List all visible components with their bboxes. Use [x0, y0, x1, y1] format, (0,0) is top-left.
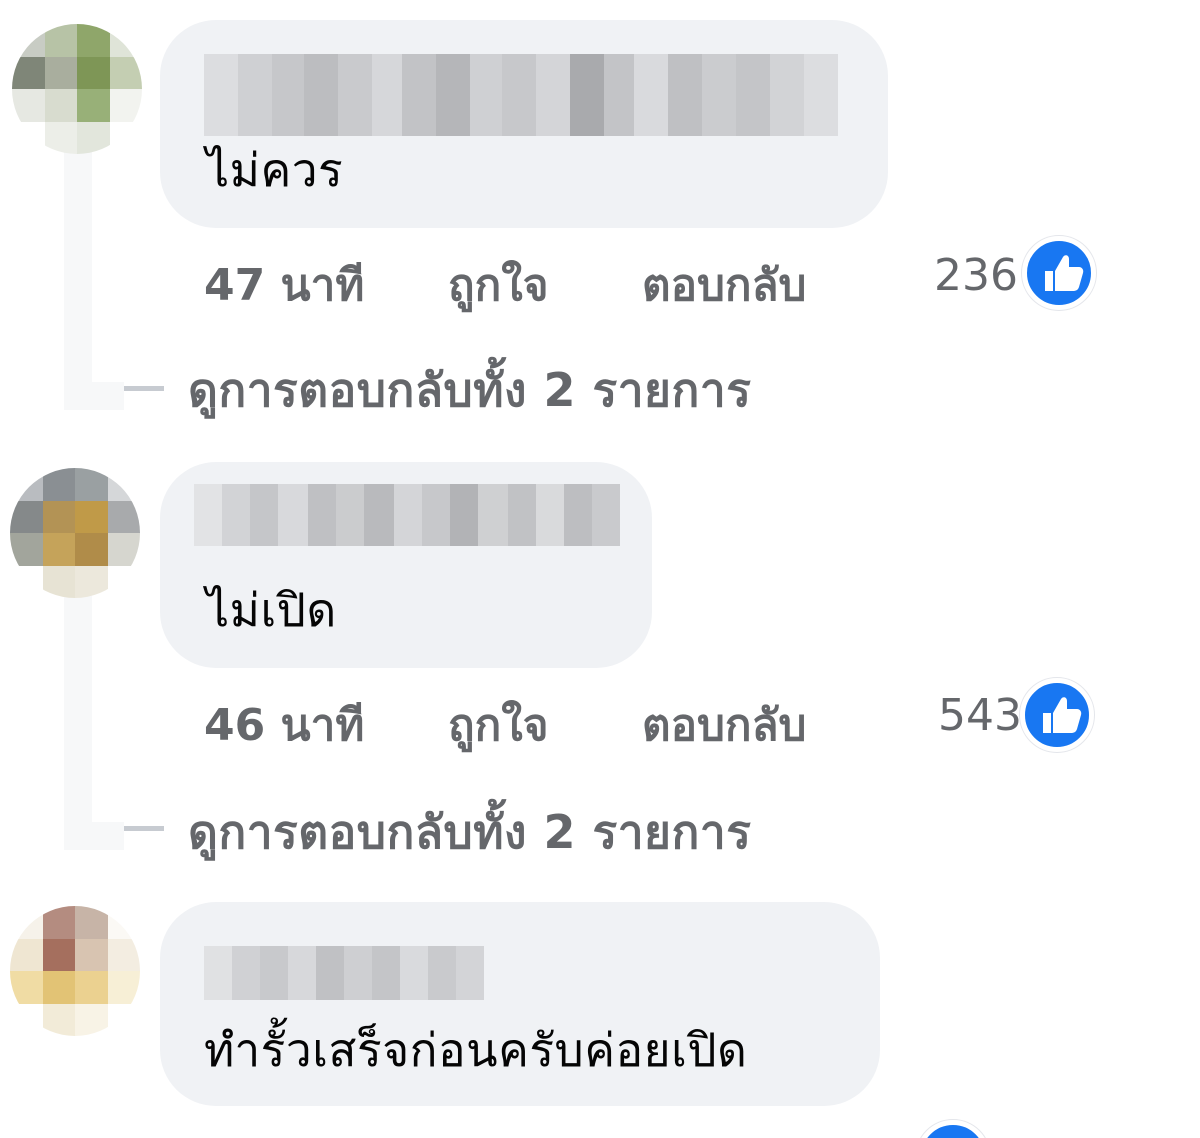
author-name-redacted[interactable] — [194, 484, 628, 546]
avatar[interactable] — [10, 906, 140, 1036]
thumbs-up-icon[interactable] — [1022, 236, 1096, 310]
thread-line — [64, 150, 92, 410]
view-replies-link[interactable]: ดูการตอบกลับทั้ง 2 รายการ — [188, 354, 751, 427]
thread-line — [64, 382, 124, 410]
author-name-redacted[interactable] — [204, 54, 854, 136]
comment-timestamp[interactable]: 46 นาที — [204, 690, 364, 760]
comment-actions: 47 นาที ถูกใจ ตอบกลับ — [204, 250, 884, 311]
thread-dash — [124, 386, 164, 391]
thumbs-up-icon[interactable] — [1020, 678, 1094, 752]
thread-line — [64, 594, 92, 850]
comment-text: ไม่เปิด — [206, 583, 337, 637]
reaction-count[interactable]: 543 — [938, 690, 1022, 741]
reply-button[interactable]: ตอบกลับ — [642, 250, 806, 320]
view-replies-link[interactable]: ดูการตอบกลับทั้ง 2 รายการ — [188, 796, 751, 869]
like-button[interactable]: ถูกใจ — [448, 250, 549, 320]
avatar[interactable] — [10, 468, 140, 598]
comment-bubble[interactable]: ไม่ควร — [160, 20, 888, 228]
thread-line — [64, 822, 124, 850]
reply-button[interactable]: ตอบกลับ — [642, 690, 806, 760]
comment-text: ไม่ควร — [206, 143, 344, 197]
comment-bubble[interactable]: ไม่เปิด — [160, 462, 652, 668]
thumbs-up-icon[interactable] — [916, 1120, 990, 1138]
comment-bubble[interactable]: ทำรั้วเสร็จก่อนครับค่อยเปิด — [160, 902, 880, 1106]
comment-actions: 46 นาที ถูกใจ ตอบกลับ — [204, 690, 884, 751]
thread-dash — [124, 826, 164, 831]
avatar[interactable] — [12, 24, 142, 154]
comment-thread: ไม่ควร 47 นาที ถูกใจ ตอบกลับ 236 ดูการตอ… — [0, 0, 1200, 1138]
like-button[interactable]: ถูกใจ — [448, 690, 549, 760]
comment-text: ทำรั้วเสร็จก่อนครับค่อยเปิด — [204, 1023, 748, 1077]
comment-timestamp[interactable]: 47 นาที — [204, 250, 364, 320]
author-name-redacted[interactable] — [204, 946, 484, 1000]
reaction-count[interactable]: 236 — [934, 250, 1018, 301]
